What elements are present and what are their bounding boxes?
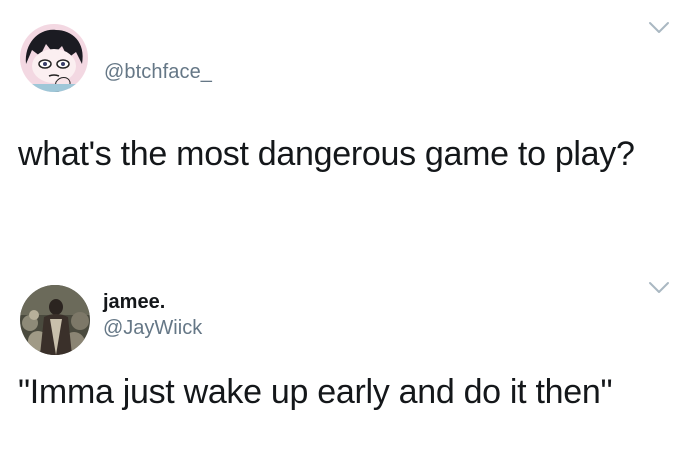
- avatar[interactable]: [20, 285, 90, 355]
- tweet-handle[interactable]: @JayWiick: [103, 317, 202, 340]
- tweet-display-name[interactable]: jamee.: [103, 291, 165, 314]
- chevron-down-icon[interactable]: [648, 21, 670, 35]
- tweet-text: what's the most dangerous game to play?: [18, 135, 635, 173]
- avatar[interactable]: [20, 24, 88, 92]
- tweet-handle[interactable]: @btchface_: [104, 61, 212, 84]
- chevron-down-icon[interactable]: [648, 281, 670, 295]
- tweet-separator: [0, 245, 690, 265]
- tweet-text: "Imma just wake up early and do it then": [18, 373, 613, 411]
- tweet-card: @btchface_ what's the most dangerous gam…: [0, 0, 690, 245]
- tweet-card: jamee. @JayWiick "Imma just wake up earl…: [0, 265, 690, 473]
